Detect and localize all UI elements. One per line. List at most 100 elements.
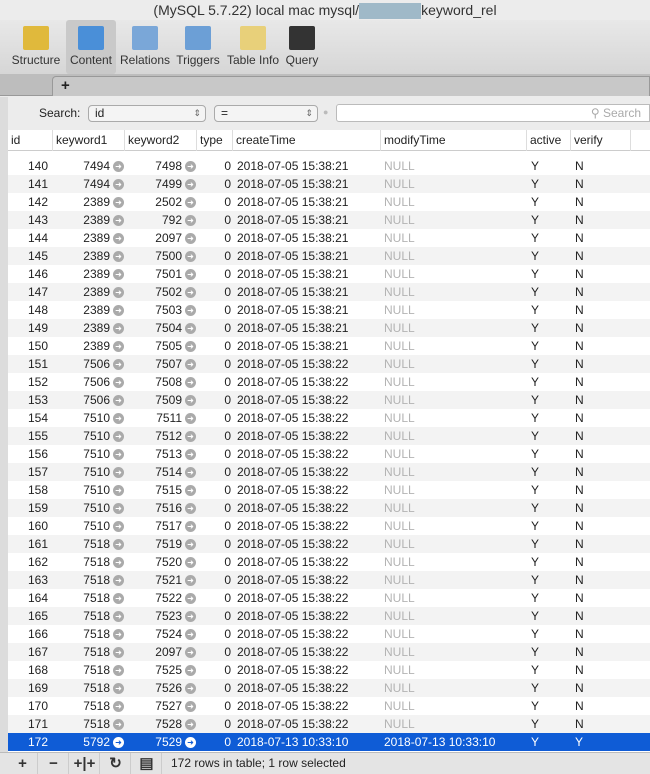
cell-modifyTime[interactable]: NULL [384, 247, 524, 265]
cell-verify[interactable]: N [575, 643, 605, 661]
cell-modifyTime[interactable]: NULL [384, 463, 524, 481]
cell-id[interactable]: 154 [8, 409, 48, 427]
foreign-key-arrow-icon[interactable]: ➜ [113, 287, 124, 298]
column-header-keyword1[interactable]: keyword1 [53, 130, 125, 151]
foreign-key-arrow-icon[interactable]: ➜ [113, 701, 124, 712]
cell-modifyTime[interactable]: NULL [384, 571, 524, 589]
cell-verify[interactable]: N [575, 499, 605, 517]
cell-keyword1[interactable]: 7506 [53, 391, 110, 409]
cell-verify[interactable]: N [575, 157, 605, 175]
toolbar-relations-button[interactable]: Relations [118, 20, 172, 74]
table-row[interactable]: 168 7518 ➜ 7525 ➜ 0 2018-07-05 15:38:22 NULL Y N [8, 661, 650, 679]
cell-active[interactable]: Y [531, 301, 561, 319]
cell-createTime[interactable]: 2018-07-05 15:38:22 [237, 679, 377, 697]
cell-verify[interactable]: N [575, 589, 605, 607]
cell-type[interactable]: 0 [197, 571, 231, 589]
cell-id[interactable]: 169 [8, 679, 48, 697]
cell-keyword1[interactable]: 7510 [53, 427, 110, 445]
cell-verify[interactable]: N [575, 481, 605, 499]
cell-verify[interactable]: N [575, 193, 605, 211]
foreign-key-arrow-icon[interactable]: ➜ [185, 179, 196, 190]
foreign-key-arrow-icon[interactable]: ➜ [113, 197, 124, 208]
table-row[interactable]: 145 2389 ➜ 7500 ➜ 0 2018-07-05 15:38:21 NULL Y N [8, 247, 650, 265]
cell-type[interactable]: 0 [197, 211, 231, 229]
cell-createTime[interactable]: 2018-07-05 15:38:21 [237, 247, 377, 265]
cell-id[interactable]: 142 [8, 193, 48, 211]
cell-keyword1[interactable]: 7518 [53, 607, 110, 625]
table-row[interactable]: 170 7518 ➜ 7527 ➜ 0 2018-07-05 15:38:22 NULL Y N [8, 697, 650, 715]
cell-id[interactable]: 156 [8, 445, 48, 463]
cell-active[interactable]: Y [531, 427, 561, 445]
cell-type[interactable]: 0 [197, 517, 231, 535]
cell-keyword1[interactable]: 7518 [53, 535, 110, 553]
cell-modifyTime[interactable]: NULL [384, 697, 524, 715]
table-row[interactable]: 172 5792 ➜ 7529 ➜ 0 2018-07-13 10:33:10 2018-07… [8, 733, 650, 751]
table-row[interactable]: 169 7518 ➜ 7526 ➜ 0 2018-07-05 15:38:22 NULL Y N [8, 679, 650, 697]
cell-type[interactable]: 0 [197, 697, 231, 715]
cell-active[interactable]: Y [531, 661, 561, 679]
cell-modifyTime[interactable]: NULL [384, 535, 524, 553]
cell-type[interactable]: 0 [197, 679, 231, 697]
table-row[interactable]: 159 7510 ➜ 7516 ➜ 0 2018-07-05 15:38:22 NULL Y N [8, 499, 650, 517]
cell-keyword1[interactable]: 7518 [53, 571, 110, 589]
cell-createTime[interactable]: 2018-07-05 15:38:21 [237, 193, 377, 211]
cell-active[interactable]: Y [531, 175, 561, 193]
cell-active[interactable]: Y [531, 265, 561, 283]
cell-type[interactable]: 0 [197, 715, 231, 733]
cell-keyword2[interactable]: 7524 [125, 625, 182, 643]
toolbar-triggers-button[interactable]: Triggers [174, 20, 222, 74]
table-row[interactable]: 167 7518 ➜ 2097 ➜ 0 2018-07-05 15:38:22 NULL Y N [8, 643, 650, 661]
cell-active[interactable]: Y [531, 733, 561, 751]
foreign-key-arrow-icon[interactable]: ➜ [185, 593, 196, 604]
cell-keyword1[interactable]: 7510 [53, 481, 110, 499]
table-row[interactable]: 154 7510 ➜ 7511 ➜ 0 2018-07-05 15:38:22 NULL Y N [8, 409, 650, 427]
foreign-key-arrow-icon[interactable]: ➜ [185, 467, 196, 478]
cell-active[interactable]: Y [531, 535, 561, 553]
cell-verify[interactable]: N [575, 697, 605, 715]
foreign-key-arrow-icon[interactable]: ➜ [185, 485, 196, 496]
cell-keyword1[interactable]: 2389 [53, 319, 110, 337]
cell-modifyTime[interactable]: NULL [384, 211, 524, 229]
table-row[interactable]: 155 7510 ➜ 7512 ➜ 0 2018-07-05 15:38:22 NULL Y N [8, 427, 650, 445]
cell-modifyTime[interactable]: NULL [384, 643, 524, 661]
cell-modifyTime[interactable]: NULL [384, 391, 524, 409]
cell-keyword2[interactable]: 7521 [125, 571, 182, 589]
cell-verify[interactable]: Y [575, 733, 605, 751]
cell-active[interactable]: Y [531, 391, 561, 409]
cell-keyword1[interactable]: 2389 [53, 265, 110, 283]
table-row[interactable]: 152 7506 ➜ 7508 ➜ 0 2018-07-05 15:38:22 NULL Y N [8, 373, 650, 391]
cell-keyword2[interactable]: 2502 [125, 193, 182, 211]
cell-keyword2[interactable]: 7515 [125, 481, 182, 499]
cell-keyword2[interactable]: 7503 [125, 301, 182, 319]
table-row[interactable]: 143 2389 ➜ 792 ➜ 0 2018-07-05 15:38:21 NULL Y N [8, 211, 650, 229]
table-row[interactable]: 151 7506 ➜ 7507 ➜ 0 2018-07-05 15:38:22 NULL Y N [8, 355, 650, 373]
cell-modifyTime[interactable]: NULL [384, 175, 524, 193]
cell-createTime[interactable]: 2018-07-05 15:38:21 [237, 265, 377, 283]
foreign-key-arrow-icon[interactable]: ➜ [185, 719, 196, 730]
cell-modifyTime[interactable]: NULL [384, 265, 524, 283]
cell-keyword2[interactable]: 7499 [125, 175, 182, 193]
add-row-button[interactable]: + [8, 753, 38, 774]
cell-keyword2[interactable]: 7511 [125, 409, 182, 427]
table-row[interactable]: 144 2389 ➜ 2097 ➜ 0 2018-07-05 15:38:21 NULL Y N [8, 229, 650, 247]
cell-modifyTime[interactable]: NULL [384, 589, 524, 607]
column-header-createTime[interactable]: createTime [233, 130, 381, 151]
cell-id[interactable]: 163 [8, 571, 48, 589]
cell-id[interactable]: 171 [8, 715, 48, 733]
foreign-key-arrow-icon[interactable]: ➜ [113, 359, 124, 370]
table-row[interactable]: 165 7518 ➜ 7523 ➜ 0 2018-07-05 15:38:22 NULL Y N [8, 607, 650, 625]
cell-active[interactable]: Y [531, 247, 561, 265]
cell-modifyTime[interactable]: NULL [384, 481, 524, 499]
cell-active[interactable]: Y [531, 571, 561, 589]
cell-verify[interactable]: N [575, 373, 605, 391]
cell-keyword2[interactable]: 7512 [125, 427, 182, 445]
table-row[interactable]: 150 2389 ➜ 7505 ➜ 0 2018-07-05 15:38:21 NULL Y N [8, 337, 650, 355]
cell-createTime[interactable]: 2018-07-05 15:38:22 [237, 391, 377, 409]
table-row[interactable]: 171 7518 ➜ 7528 ➜ 0 2018-07-05 15:38:22 NULL Y N [8, 715, 650, 733]
foreign-key-arrow-icon[interactable]: ➜ [113, 575, 124, 586]
foreign-key-arrow-icon[interactable]: ➜ [185, 647, 196, 658]
cell-modifyTime[interactable]: NULL [384, 427, 524, 445]
foreign-key-arrow-icon[interactable]: ➜ [113, 269, 124, 280]
cell-id[interactable]: 146 [8, 265, 48, 283]
column-header-modifyTime[interactable]: modifyTime [381, 130, 527, 151]
